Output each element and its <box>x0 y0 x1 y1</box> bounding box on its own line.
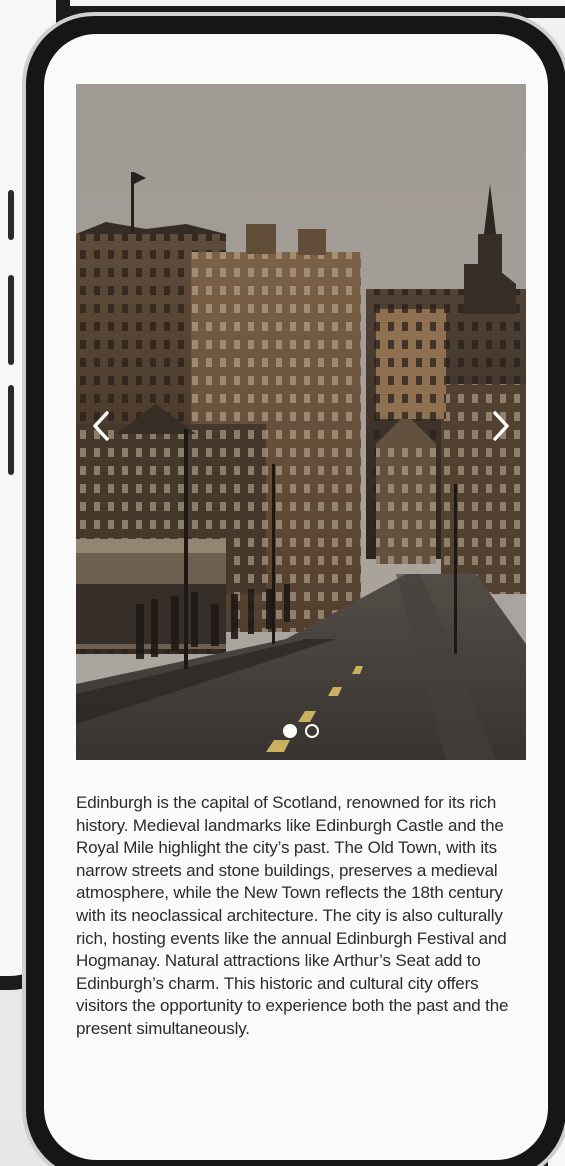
app-stage: Edinburgh is the capital of Scotland, re… <box>0 0 565 1166</box>
carousel-dot-1[interactable] <box>283 724 297 738</box>
phone-screen: Edinburgh is the capital of Scotland, re… <box>44 34 548 1160</box>
edinburgh-photo-illustration <box>76 84 526 760</box>
carousel-prev-button[interactable] <box>84 404 118 448</box>
carousel-pagination <box>76 724 526 738</box>
image-carousel[interactable] <box>76 84 526 760</box>
phone-frame: Edinburgh is the capital of Scotland, re… <box>22 12 565 1166</box>
chevron-left-icon <box>93 411 109 441</box>
background-phone-side-button <box>8 190 14 240</box>
edinburgh-photo <box>76 84 526 760</box>
carousel-next-button[interactable] <box>484 404 518 448</box>
background-phone-side-button <box>8 385 14 475</box>
chevron-right-icon <box>493 411 509 441</box>
city-description: Edinburgh is the capital of Scotland, re… <box>76 793 509 1038</box>
phone-bezel: Edinburgh is the capital of Scotland, re… <box>26 16 565 1166</box>
carousel-dot-2[interactable] <box>305 724 319 738</box>
background-phone-side-button <box>8 275 14 365</box>
